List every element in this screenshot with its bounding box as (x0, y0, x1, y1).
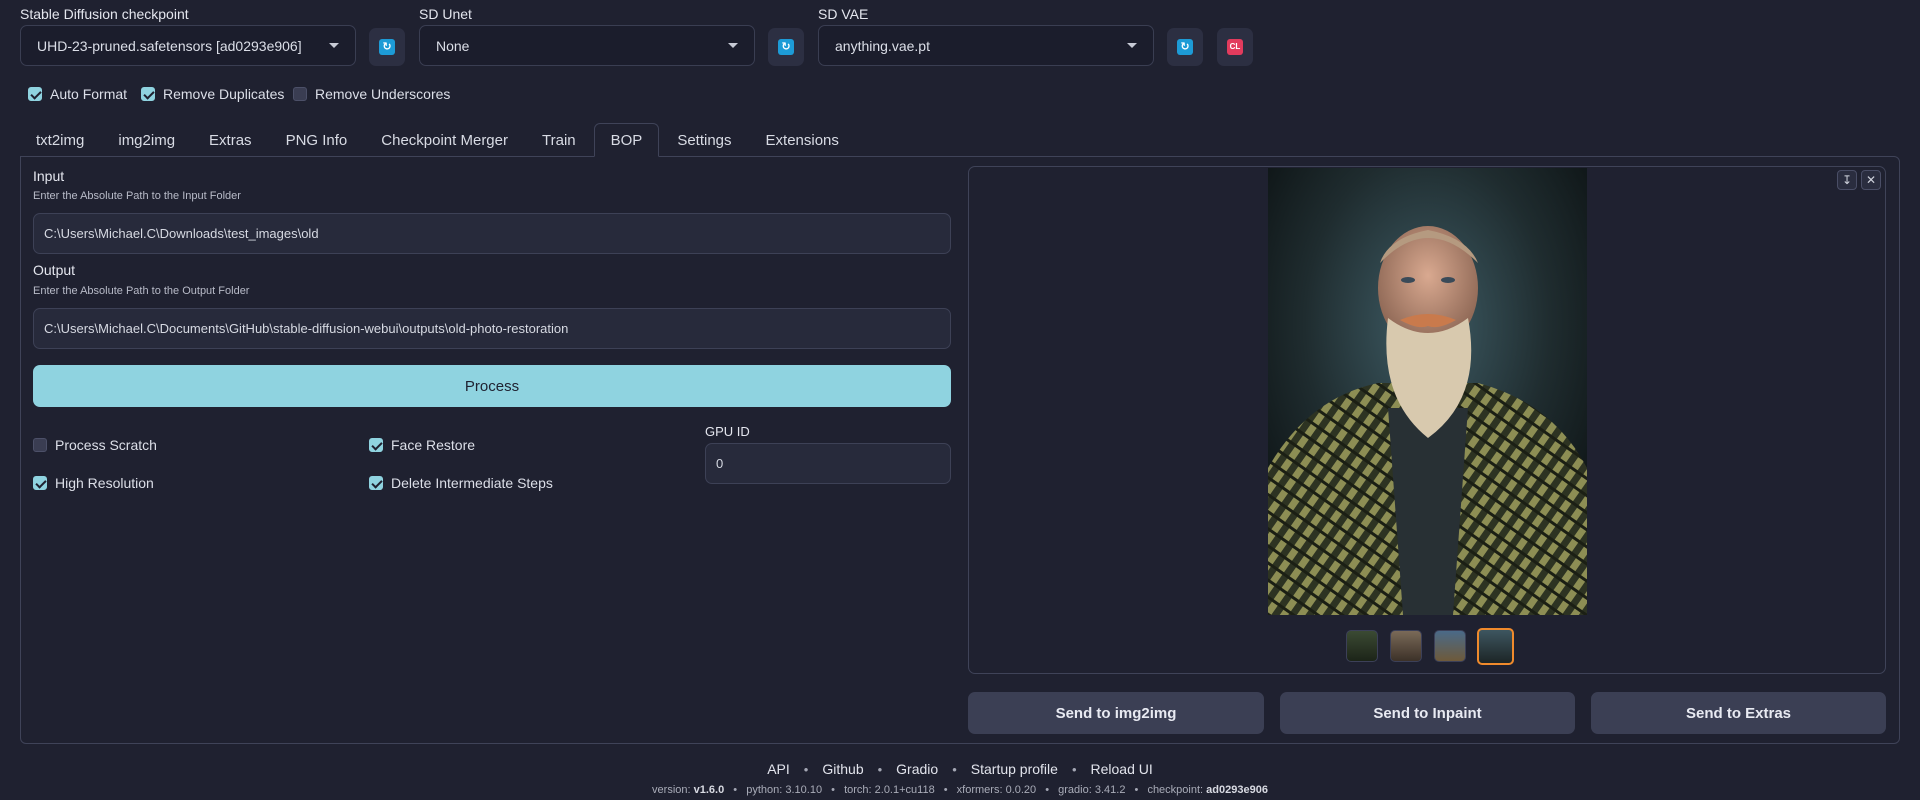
checkbox-checked-icon[interactable] (369, 476, 383, 490)
input-hint: Enter the Absolute Path to the Input Fol… (33, 190, 241, 202)
checkpoint-value: UHD-23-pruned.safetensors [ad0293e906] (37, 37, 302, 54)
separator-dot: • (877, 761, 883, 777)
checkbox-checked-icon[interactable] (369, 438, 383, 452)
output-label: Output (33, 262, 76, 278)
refresh-unet-button[interactable]: ↻ (768, 28, 804, 66)
tab-img2img[interactable]: img2img (102, 123, 191, 157)
result-image[interactable] (1268, 168, 1587, 615)
vae-label: SD VAE (818, 6, 869, 22)
tab-extensions[interactable]: Extensions (750, 123, 855, 157)
chevron-down-icon (728, 43, 738, 48)
face-restore-label: Face Restore (391, 437, 476, 453)
process-scratch-label: Process Scratch (55, 437, 157, 453)
chevron-down-icon (329, 43, 339, 48)
tab-bar: txt2img img2img Extras PNG Info Checkpoi… (20, 123, 855, 157)
output-path-field[interactable]: C:\Users\Michael.C\Documents\GitHub\stab… (33, 308, 951, 349)
tab-extras[interactable]: Extras (193, 123, 268, 157)
tab-txt2img[interactable]: txt2img (20, 123, 100, 157)
thumbnail-3[interactable] (1434, 630, 1466, 662)
checkbox-unchecked-icon[interactable] (293, 87, 307, 101)
footer-link-reload-ui[interactable]: Reload UI (1091, 761, 1153, 777)
torch-version: 2.0.1+cu118 (874, 784, 935, 796)
delete-intermediate-checkbox[interactable]: Delete Intermediate Steps (369, 475, 553, 491)
tab-train[interactable]: Train (526, 123, 592, 157)
download-icon[interactable]: ↧ (1837, 170, 1857, 190)
send-to-img2img-button[interactable]: Send to img2img (968, 692, 1264, 734)
checkpoint-label: Stable Diffusion checkpoint (20, 6, 189, 22)
send-to-extras-button[interactable]: Send to Extras (1591, 692, 1886, 734)
thumbnail-2[interactable] (1390, 630, 1422, 662)
checkbox-unchecked-icon[interactable] (33, 438, 47, 452)
tab-png-info[interactable]: PNG Info (270, 123, 364, 157)
separator-dot: • (1071, 761, 1077, 777)
tab-bop[interactable]: BOP (593, 123, 660, 157)
refresh-vae-button[interactable]: ↻ (1167, 28, 1203, 66)
process-scratch-checkbox[interactable]: Process Scratch (33, 437, 157, 453)
high-resolution-label: High Resolution (55, 475, 154, 491)
delete-intermediate-label: Delete Intermediate Steps (391, 475, 553, 491)
refresh-icon: ↻ (778, 39, 794, 55)
remove-duplicates-checkbox[interactable]: Remove Duplicates (141, 86, 284, 102)
unet-dropdown[interactable]: None (419, 25, 755, 66)
refresh-checkpoint-button[interactable]: ↻ (369, 28, 405, 66)
tab-settings[interactable]: Settings (661, 123, 747, 157)
version-value: v1.6.0 (693, 784, 725, 796)
chevron-down-icon (1127, 43, 1137, 48)
auto-format-label: Auto Format (50, 86, 128, 102)
process-button[interactable]: Process (33, 365, 951, 407)
refresh-icon: ↻ (1177, 39, 1193, 55)
checkbox-checked-icon[interactable] (141, 87, 155, 101)
tab-checkpoint-merger[interactable]: Checkpoint Merger (365, 123, 524, 157)
face-restore-checkbox[interactable]: Face Restore (369, 437, 475, 453)
cl-icon: CL (1227, 39, 1243, 55)
separator-dot: • (803, 761, 809, 777)
high-resolution-checkbox[interactable]: High Resolution (33, 475, 154, 491)
thumbnail-4-selected[interactable] (1477, 628, 1514, 665)
gpu-id-field[interactable]: 0 (705, 443, 951, 484)
python-version: 3.10.10 (785, 784, 823, 796)
checkpoint-hash: ad0293e906 (1206, 784, 1268, 796)
footer-link-api[interactable]: API (767, 761, 790, 777)
refresh-icon: ↻ (379, 39, 395, 55)
input-label: Input (33, 168, 65, 184)
version-info: version: v1.6.0 • python: 3.10.10 • torc… (652, 784, 1268, 796)
output-hint: Enter the Absolute Path to the Output Fo… (33, 285, 250, 297)
separator-dot: • (952, 761, 957, 777)
footer-link-github[interactable]: Github (822, 761, 863, 777)
remove-underscores-label: Remove Underscores (315, 86, 451, 102)
unet-label: SD Unet (419, 6, 472, 22)
footer-link-gradio[interactable]: Gradio (896, 761, 938, 777)
unet-value: None (436, 37, 470, 54)
footer-links: API • Github • Gradio • Startup profile … (0, 761, 1920, 777)
checkpoint-dropdown[interactable]: UHD-23-pruned.safetensors [ad0293e906] (20, 25, 356, 66)
send-to-inpaint-button[interactable]: Send to Inpaint (1280, 692, 1575, 734)
checkbox-checked-icon[interactable] (28, 87, 42, 101)
checkbox-checked-icon[interactable] (33, 476, 47, 490)
vae-value: anything.vae.pt (835, 37, 930, 54)
cl-button[interactable]: CL (1217, 28, 1253, 66)
footer-link-startup-profile[interactable]: Startup profile (971, 761, 1058, 777)
close-icon[interactable]: ✕ (1861, 170, 1881, 190)
gpu-id-label: GPU ID (705, 424, 750, 439)
vae-dropdown[interactable]: anything.vae.pt (818, 25, 1154, 66)
input-path-field[interactable]: C:\Users\Michael.C\Downloads\test_images… (33, 213, 951, 254)
thumbnail-1[interactable] (1346, 630, 1378, 662)
xformers-version: 0.0.20 (1005, 784, 1037, 796)
auto-format-checkbox[interactable]: Auto Format (28, 86, 127, 102)
remove-duplicates-label: Remove Duplicates (163, 86, 285, 102)
gradio-version: 3.41.2 (1094, 784, 1126, 796)
remove-underscores-checkbox[interactable]: Remove Underscores (293, 86, 450, 102)
